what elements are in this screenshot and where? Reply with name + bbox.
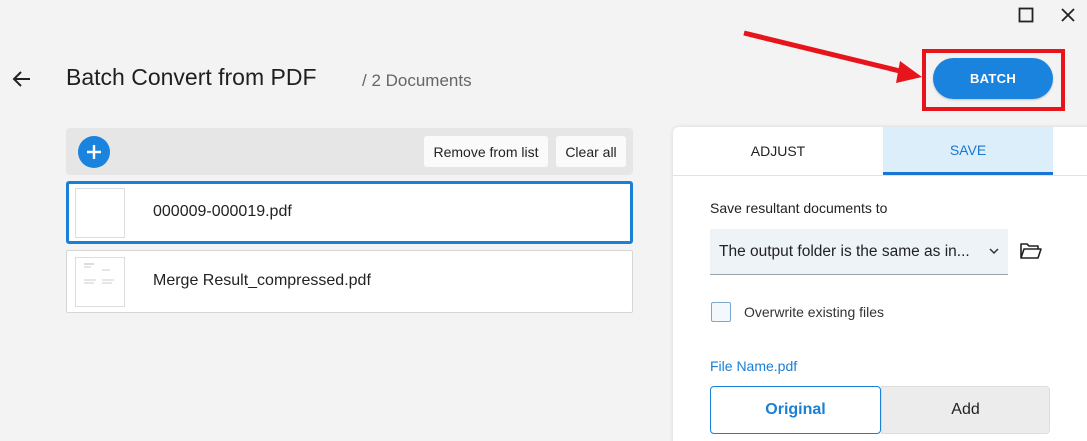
clear-all-button[interactable]: Clear all: [556, 136, 626, 167]
maximize-button[interactable]: [1014, 4, 1038, 26]
tab-divider: [673, 175, 1087, 176]
arrow-left-icon: [12, 71, 30, 87]
folder-open-icon: [1020, 243, 1042, 259]
back-button[interactable]: [10, 67, 34, 91]
batch-button[interactable]: BATCH: [933, 58, 1053, 99]
browse-folder-button[interactable]: [1019, 241, 1043, 261]
chevron-down-icon: [989, 248, 999, 255]
close-icon: [1061, 8, 1075, 22]
file-thumbnail: [75, 188, 125, 238]
file-list-item[interactable]: 000009-000019.pdf: [66, 181, 633, 244]
filename-add-option[interactable]: Add: [881, 386, 1050, 434]
filename-original-option[interactable]: Original: [710, 386, 881, 434]
overwrite-checkbox[interactable]: [711, 302, 731, 322]
plus-icon: [87, 145, 101, 159]
page-title: Batch Convert from PDF: [66, 64, 317, 90]
output-folder-value: The output folder is the same as in...: [719, 242, 970, 260]
tab-save[interactable]: SAVE: [883, 127, 1053, 175]
file-name: 000009-000019.pdf: [153, 203, 292, 220]
save-location-label: Save resultant documents to: [710, 200, 888, 216]
remove-from-list-button[interactable]: Remove from list: [424, 136, 548, 167]
output-folder-select[interactable]: The output folder is the same as in...: [710, 229, 1008, 275]
tab-adjust[interactable]: ADJUST: [673, 127, 883, 175]
settings-panel: ADJUST SAVE Save resultant documents to …: [673, 127, 1087, 441]
add-file-button[interactable]: [78, 136, 110, 168]
file-list-item[interactable]: Merge Result_compressed.pdf: [66, 250, 633, 313]
file-name: Merge Result_compressed.pdf: [153, 272, 371, 289]
document-count: / 2 Documents: [362, 71, 472, 90]
close-button[interactable]: [1056, 4, 1080, 26]
file-name-format-label: File Name.pdf: [710, 358, 798, 374]
maximize-icon: [1018, 7, 1034, 23]
overwrite-label: Overwrite existing files: [744, 304, 885, 320]
file-list-toolbar: Remove from list Clear all: [66, 128, 633, 175]
file-thumbnail: [75, 257, 125, 307]
